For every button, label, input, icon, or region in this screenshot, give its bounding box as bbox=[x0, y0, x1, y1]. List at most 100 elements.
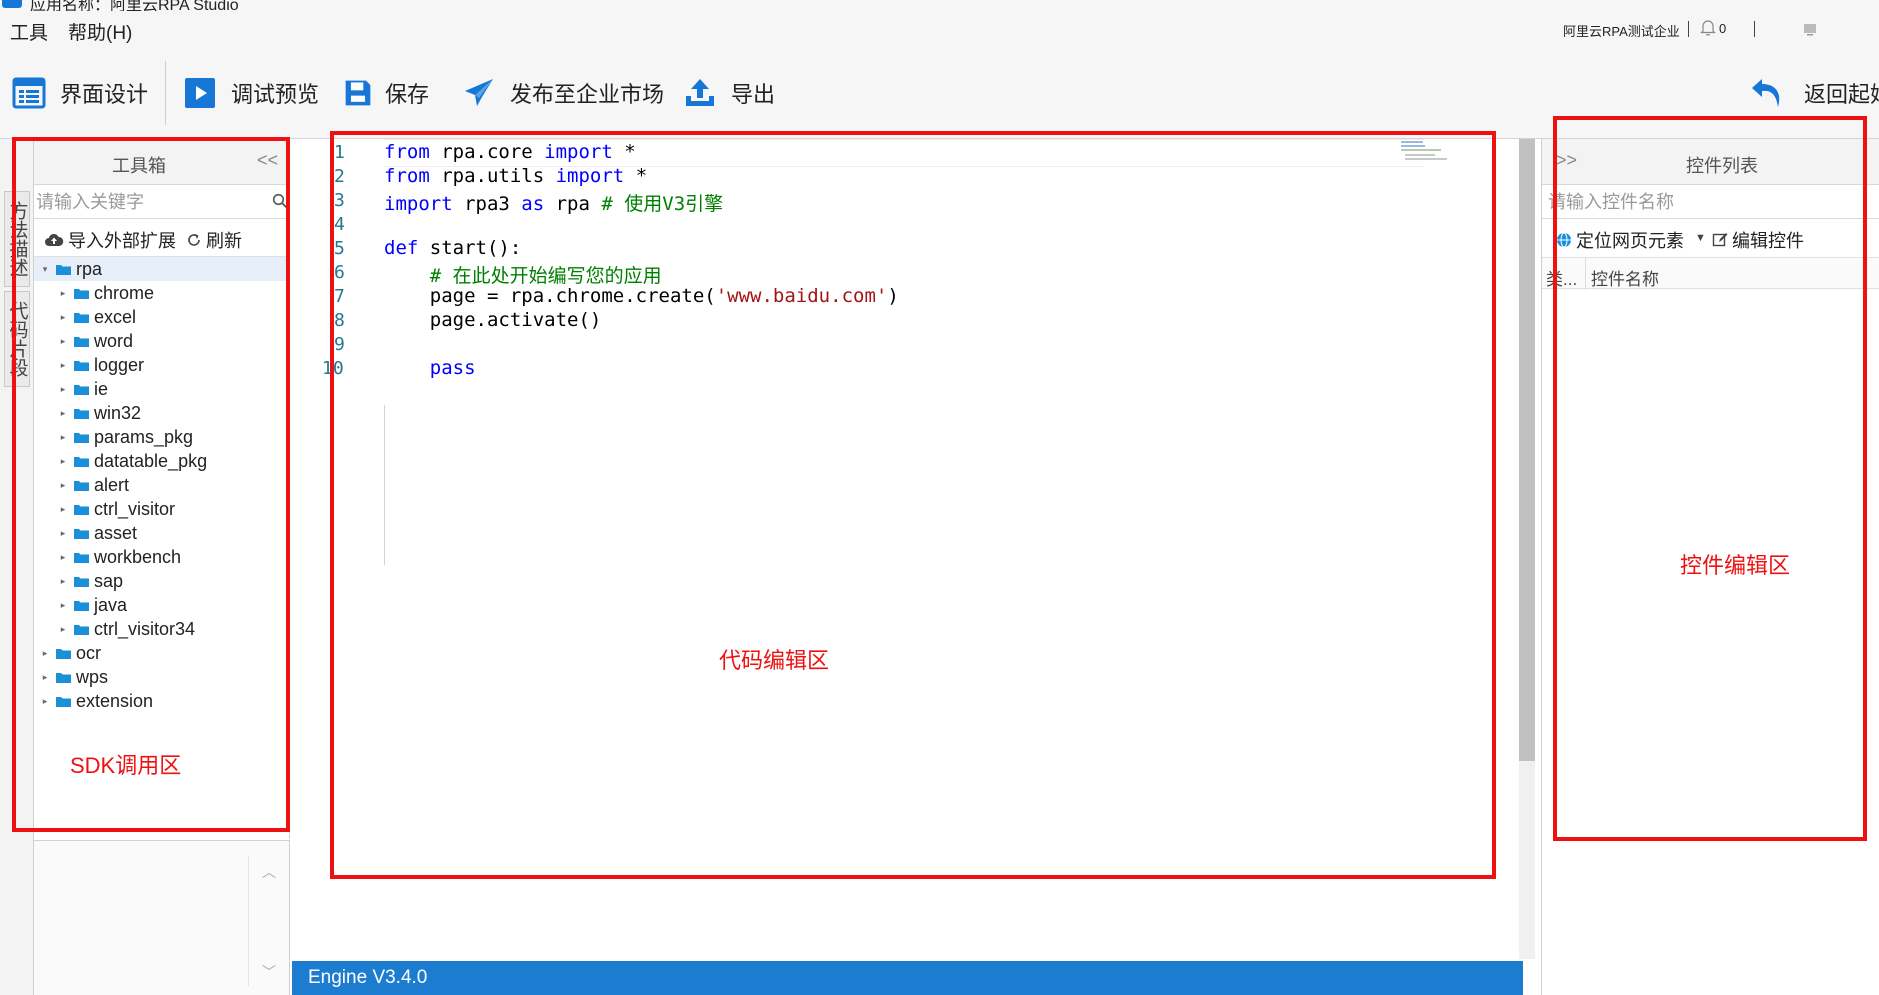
tree-item[interactable]: ▸ win32 bbox=[34, 401, 290, 425]
bell-icon[interactable] bbox=[1700, 18, 1716, 36]
tree-item[interactable]: ▸ ie bbox=[34, 377, 290, 401]
code-line[interactable]: import rpa3 as rpa # 使用V3引擎 bbox=[384, 189, 723, 217]
collapsed-arrow-icon[interactable]: ▸ bbox=[58, 360, 68, 371]
tree-item[interactable]: ▸ workbench bbox=[34, 545, 290, 569]
controls-header: >> 控件列表 bbox=[1542, 139, 1879, 185]
collapsed-arrow-icon[interactable]: ▸ bbox=[40, 672, 50, 683]
code-line[interactable]: pass bbox=[384, 357, 476, 385]
tree-item[interactable]: ▸ chrome bbox=[34, 281, 290, 305]
publish-button[interactable]: 发布至企业市场 bbox=[462, 73, 664, 113]
tree-item-label: datatable_pkg bbox=[94, 450, 208, 471]
export-label: 导出 bbox=[731, 82, 776, 107]
cloud-upload-icon bbox=[45, 233, 64, 246]
tree-item[interactable]: ▸ ctrl_visitor bbox=[34, 497, 290, 521]
tree-item[interactable]: ▸ wps bbox=[34, 665, 290, 689]
collapsed-arrow-icon[interactable]: ▸ bbox=[58, 336, 68, 347]
top-right-tools: 阿里云RPA测试企业 0 bbox=[1549, 11, 1879, 47]
folder-icon bbox=[56, 648, 71, 659]
controls-search bbox=[1542, 185, 1879, 219]
edit-control-button[interactable]: 编辑控件 bbox=[1712, 227, 1804, 253]
import-extension-button[interactable]: 导入外部扩展 bbox=[44, 227, 176, 253]
locate-element-button[interactable]: 定位网页元素 bbox=[1556, 227, 1684, 253]
folder-icon bbox=[74, 456, 89, 467]
ui-design-icon bbox=[12, 77, 46, 109]
tree-item[interactable]: ▸ asset bbox=[34, 521, 290, 545]
toolbox-search-input[interactable] bbox=[36, 188, 260, 216]
tree-item[interactable]: ▸ params_pkg bbox=[34, 425, 290, 449]
line-number: 8 bbox=[334, 310, 345, 331]
tree-item-label: extension bbox=[76, 690, 154, 711]
collapsed-arrow-icon[interactable]: ▸ bbox=[58, 288, 68, 299]
code-editor[interactable]: 1 2 3 4 5 6 7 8 9 10 from rpa.core import * from r… bbox=[292, 139, 1535, 961]
ui-design-button[interactable]: 界面设计 bbox=[12, 73, 148, 113]
title-bar: 应用名称：阿里云RPA Studio bbox=[0, 0, 1879, 36]
search-icon[interactable] bbox=[272, 193, 288, 209]
menu-tools[interactable]: 工具 bbox=[10, 18, 48, 45]
tree-item[interactable]: ▸ java bbox=[34, 593, 290, 617]
line-number: 5 bbox=[334, 238, 345, 259]
scroll-down-icon[interactable]: ﹀ bbox=[262, 962, 276, 982]
collapsed-arrow-icon[interactable]: ▸ bbox=[58, 600, 68, 611]
main-toolbar: 界面设计 调试预览 保存 发布至企业市场 导出 返回起 bbox=[0, 47, 1879, 139]
collapsed-arrow-icon[interactable]: ▸ bbox=[58, 384, 68, 395]
collapsed-arrow-icon[interactable]: ▸ bbox=[58, 504, 68, 515]
tab-code-snippet[interactable]: 代码片段 bbox=[4, 291, 30, 387]
tree-item[interactable]: ▸ ocr bbox=[34, 641, 290, 665]
minimap[interactable] bbox=[1401, 139, 1451, 163]
tree-item-label: alert bbox=[94, 474, 130, 495]
folder-icon bbox=[74, 624, 89, 635]
expanded-arrow-icon[interactable]: ▾ bbox=[40, 264, 50, 275]
org-name[interactable]: 阿里云RPA测试企业 bbox=[1563, 21, 1680, 40]
column-type[interactable]: 类... bbox=[1546, 265, 1577, 290]
editor-scrollbar[interactable] bbox=[1519, 139, 1535, 959]
code-token: from bbox=[384, 165, 430, 187]
scrollbar-thumb[interactable] bbox=[1519, 139, 1535, 761]
collapsed-arrow-icon[interactable]: ▸ bbox=[58, 624, 68, 635]
folder-icon bbox=[74, 600, 89, 611]
tree-item[interactable]: ▸ logger bbox=[34, 353, 290, 377]
menu-help[interactable]: 帮助(H) bbox=[68, 18, 132, 45]
collapsed-arrow-icon[interactable]: ▸ bbox=[58, 576, 68, 587]
tree-item-label: excel bbox=[94, 306, 137, 327]
expand-button[interactable]: >> bbox=[1556, 150, 1577, 171]
tree-item[interactable]: ▾ rpa bbox=[34, 257, 290, 281]
collapsed-arrow-icon[interactable]: ▸ bbox=[58, 528, 68, 539]
debug-preview-button[interactable]: 调试预览 bbox=[183, 73, 319, 113]
column-name[interactable]: 控件名称 bbox=[1591, 265, 1659, 290]
controls-search-input[interactable] bbox=[1548, 188, 1858, 216]
code-token: rpa.utils bbox=[429, 165, 556, 187]
code-token: 'www.baidu.com' bbox=[715, 285, 888, 307]
locate-dropdown-chevron-icon[interactable]: ▼ bbox=[1695, 232, 1706, 244]
tree-item[interactable]: ▸ alert bbox=[34, 473, 290, 497]
save-button[interactable]: 保存 bbox=[343, 73, 429, 113]
tab-method-desc[interactable]: 方法描述 bbox=[4, 191, 30, 287]
collapsed-arrow-icon[interactable]: ▸ bbox=[58, 552, 68, 563]
lower-pane-scrollbar[interactable]: ︿ ﹀ bbox=[248, 856, 288, 986]
collapsed-arrow-icon[interactable]: ▸ bbox=[58, 480, 68, 491]
tree-item[interactable]: ▸ word bbox=[34, 329, 290, 353]
code-line[interactable]: page.activate() bbox=[384, 309, 602, 337]
tree-item[interactable]: ▸ ctrl_visitor34 bbox=[34, 617, 290, 641]
folder-icon bbox=[74, 384, 89, 395]
collapsed-arrow-icon[interactable]: ▸ bbox=[58, 456, 68, 467]
collapsed-arrow-icon[interactable]: ▸ bbox=[58, 432, 68, 443]
back-to-start-button[interactable]: 返回起始 bbox=[1750, 73, 1879, 113]
collapsed-arrow-icon[interactable]: ▸ bbox=[40, 696, 50, 707]
tree-item[interactable]: ▸ excel bbox=[34, 305, 290, 329]
tree-item[interactable]: ▸ extension bbox=[34, 689, 290, 713]
scroll-up-icon[interactable]: ︿ bbox=[262, 862, 276, 882]
collapsed-arrow-icon[interactable]: ▸ bbox=[58, 408, 68, 419]
collapse-button[interactable]: << bbox=[257, 150, 278, 171]
line-number-gutter: 1 2 3 4 5 6 7 8 9 10 bbox=[292, 139, 345, 961]
line-number: 1 bbox=[334, 142, 345, 163]
tree-item[interactable]: ▸ sap bbox=[34, 569, 290, 593]
export-button[interactable]: 导出 bbox=[683, 73, 775, 113]
code-area[interactable]: from rpa.core import * from rpa.utils imp… bbox=[384, 139, 1424, 961]
refresh-button[interactable]: 刷新 bbox=[186, 227, 242, 253]
collapsed-arrow-icon[interactable]: ▸ bbox=[40, 648, 50, 659]
folder-icon bbox=[74, 408, 89, 419]
screen-icon[interactable] bbox=[1803, 22, 1817, 36]
folder-icon bbox=[74, 360, 89, 371]
collapsed-arrow-icon[interactable]: ▸ bbox=[58, 312, 68, 323]
tree-item[interactable]: ▸ datatable_pkg bbox=[34, 449, 290, 473]
